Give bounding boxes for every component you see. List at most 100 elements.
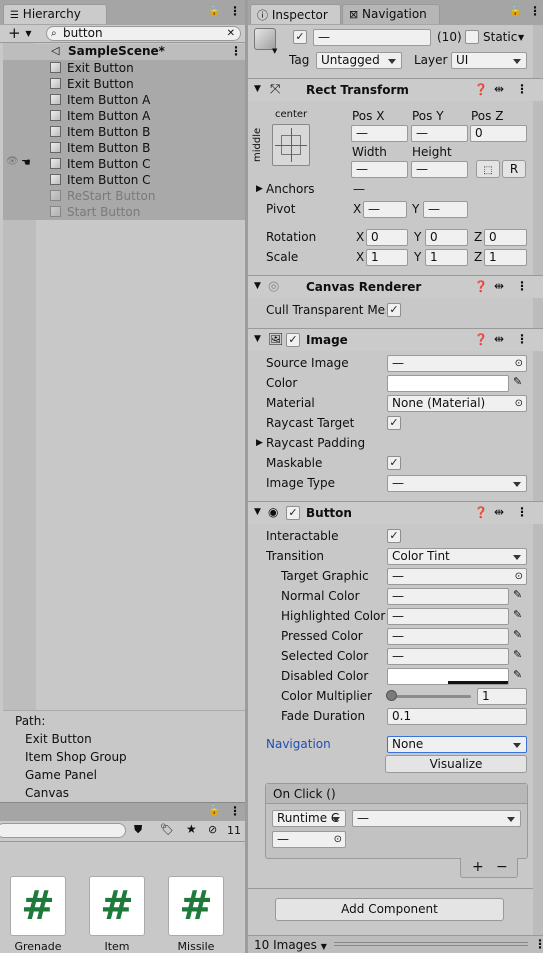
rotation-y-field[interactable]: 0 — [425, 229, 468, 246]
scale-z-field[interactable]: 1 — [484, 249, 527, 266]
component-menu-icon[interactable]: ⋮ — [516, 279, 528, 293]
component-menu-icon[interactable]: ⋮ — [516, 505, 528, 519]
preview-menu-icon[interactable]: ⋮ — [534, 937, 543, 951]
tab-navigation[interactable]: ⊠ Navigation — [342, 4, 440, 24]
inspector-scrollbar[interactable] — [533, 25, 543, 935]
visualize-button[interactable]: Visualize — [385, 755, 527, 773]
hierarchy-row[interactable]: Exit Button — [36, 60, 245, 76]
maskable-checkbox[interactable]: ✓ — [387, 456, 401, 470]
pivot-y-field[interactable]: — — [423, 201, 468, 218]
height-field[interactable]: — — [411, 161, 468, 178]
event-object-field[interactable]: — ⊙ — [272, 831, 346, 848]
navigation-dropdown[interactable]: None — [387, 736, 527, 753]
eyedropper-icon[interactable]: ✎ — [513, 628, 522, 641]
asset-script-icon[interactable]: # — [10, 876, 66, 936]
raw-edit-button[interactable]: R — [502, 160, 526, 178]
material-field[interactable]: None (Material) ⊙ — [387, 395, 527, 412]
selected-color-field[interactable]: — — [387, 648, 509, 665]
project-lock-icon[interactable]: 🔒 — [208, 805, 220, 816]
hierarchy-row[interactable]: Start Button — [36, 204, 245, 220]
raycast-target-checkbox[interactable]: ✓ — [387, 416, 401, 430]
inspector-more-icon[interactable]: ⋮ — [529, 4, 541, 18]
hierarchy-row[interactable]: Item Button B — [36, 140, 245, 156]
hidden-packages-icon[interactable]: ⊘ — [208, 823, 217, 836]
static-dropdown-icon[interactable]: ▼ — [518, 33, 524, 42]
lock-icon[interactable]: 🔒 — [208, 6, 220, 17]
pos-y-field[interactable]: — — [411, 125, 468, 142]
image-header[interactable]: ▼ 🖼 ✓ Image ❓ ⇹ ⋮ — [248, 328, 543, 351]
scale-x-field[interactable]: 1 — [366, 249, 408, 266]
transition-dropdown[interactable]: Color Tint — [387, 548, 527, 565]
add-event-button[interactable]: + — [472, 859, 484, 875]
pos-z-field[interactable]: 0 — [470, 125, 527, 142]
preview-dropdown[interactable]: 10 Images ▼ — [254, 938, 327, 952]
image-type-dropdown[interactable]: — — [387, 475, 527, 492]
name-field[interactable]: — — [313, 29, 431, 46]
canvas-renderer-header[interactable]: ▼ ◎ Canvas Renderer ❓ ⇹ ⋮ — [248, 275, 543, 298]
button-header[interactable]: ▼ ◉ ✓ Button ❓ ⇹ ⋮ — [248, 501, 543, 524]
presets-icon[interactable]: ⇹ — [494, 82, 504, 96]
pivot-x-field[interactable]: — — [363, 201, 407, 218]
object-picker-icon[interactable]: ⊙ — [515, 569, 523, 584]
source-image-field[interactable]: — ⊙ — [387, 355, 527, 372]
presets-icon[interactable]: ⇹ — [494, 332, 504, 346]
interactable-checkbox[interactable]: ✓ — [387, 529, 401, 543]
project-search-input[interactable] — [0, 823, 126, 838]
hierarchy-search-input[interactable]: ⌕ button ✕ — [46, 26, 241, 41]
eyedropper-icon[interactable]: ✎ — [513, 375, 522, 388]
add-dropdown-button[interactable]: + ▼ — [8, 24, 32, 42]
fade-duration-field[interactable]: 0.1 — [387, 708, 527, 725]
object-picker-icon[interactable]: ⊙ — [515, 356, 523, 371]
help-icon[interactable]: ❓ — [474, 280, 488, 293]
pos-x-field[interactable]: — — [351, 125, 408, 142]
help-icon[interactable]: ❓ — [474, 506, 488, 519]
help-icon[interactable]: ❓ — [474, 333, 488, 346]
path-item[interactable]: Item Shop Group — [25, 750, 127, 764]
color-multiplier-slider-thumb[interactable] — [386, 690, 397, 701]
button-enabled-checkbox[interactable]: ✓ — [286, 506, 300, 520]
foldout-arrow-icon[interactable]: ▼ — [254, 507, 261, 517]
target-graphic-field[interactable]: — ⊙ — [387, 568, 527, 585]
object-picker-icon[interactable]: ⊙ — [334, 832, 342, 847]
tag-dropdown[interactable]: Untagged — [316, 52, 402, 69]
gameobject-dropdown-icon[interactable]: ▼ — [272, 47, 277, 55]
eyedropper-icon[interactable]: ✎ — [513, 668, 522, 681]
scale-y-field[interactable]: 1 — [425, 249, 468, 266]
more-options-icon[interactable]: ⋮ — [229, 4, 241, 18]
hierarchy-row[interactable]: Exit Button — [36, 76, 245, 92]
color-field[interactable] — [387, 375, 509, 392]
function-dropdown[interactable]: — — [352, 810, 521, 827]
raycast-padding-foldout-icon[interactable]: ▶ — [256, 438, 263, 448]
add-component-button[interactable]: Add Component — [275, 898, 504, 921]
foldout-arrow-icon[interactable]: ▼ — [254, 334, 261, 344]
image-enabled-checkbox[interactable]: ✓ — [286, 333, 300, 347]
visibility-eye-icon[interactable]: 👁 — [6, 156, 19, 167]
tab-hierarchy[interactable]: ☰ Hierarchy — [3, 4, 107, 24]
scene-row[interactable]: ◁ SampleScene* ⋮ — [3, 44, 245, 60]
object-picker-icon[interactable]: ⊙ — [515, 396, 523, 411]
eyedropper-icon[interactable]: ✎ — [513, 588, 522, 601]
eyedropper-icon[interactable]: ✎ — [513, 608, 522, 621]
foldout-arrow-icon[interactable]: ▼ — [254, 84, 261, 94]
asset-script-icon[interactable]: # — [168, 876, 224, 936]
inspector-lock-icon[interactable]: 🔒 — [509, 6, 521, 17]
filter-type-icon[interactable]: ⛊ — [134, 823, 142, 837]
path-item[interactable]: Exit Button — [25, 732, 92, 746]
preview-drag-handle[interactable] — [334, 942, 528, 946]
hierarchy-row[interactable]: Item Button C — [36, 156, 245, 172]
anchor-presets-button[interactable] — [272, 124, 310, 166]
layer-dropdown[interactable]: UI — [451, 52, 527, 69]
project-more-icon[interactable]: ⋮ — [229, 804, 241, 818]
hierarchy-row[interactable]: Item Button A — [36, 92, 245, 108]
color-multiplier-slider-track[interactable] — [391, 695, 471, 698]
remove-event-button[interactable]: − — [496, 859, 508, 875]
normal-color-field[interactable]: — — [387, 588, 509, 605]
filter-label-icon[interactable]: 🏷 — [160, 823, 174, 836]
eyedropper-icon[interactable]: ✎ — [513, 648, 522, 661]
disabled-color-field[interactable] — [387, 668, 509, 685]
foldout-arrow-icon[interactable]: ▼ — [254, 281, 261, 291]
pressed-color-field[interactable]: — — [387, 628, 509, 645]
hierarchy-row[interactable]: Item Button B — [36, 124, 245, 140]
scene-menu-icon[interactable]: ⋮ — [230, 44, 242, 58]
help-icon[interactable]: ❓ — [474, 83, 488, 96]
